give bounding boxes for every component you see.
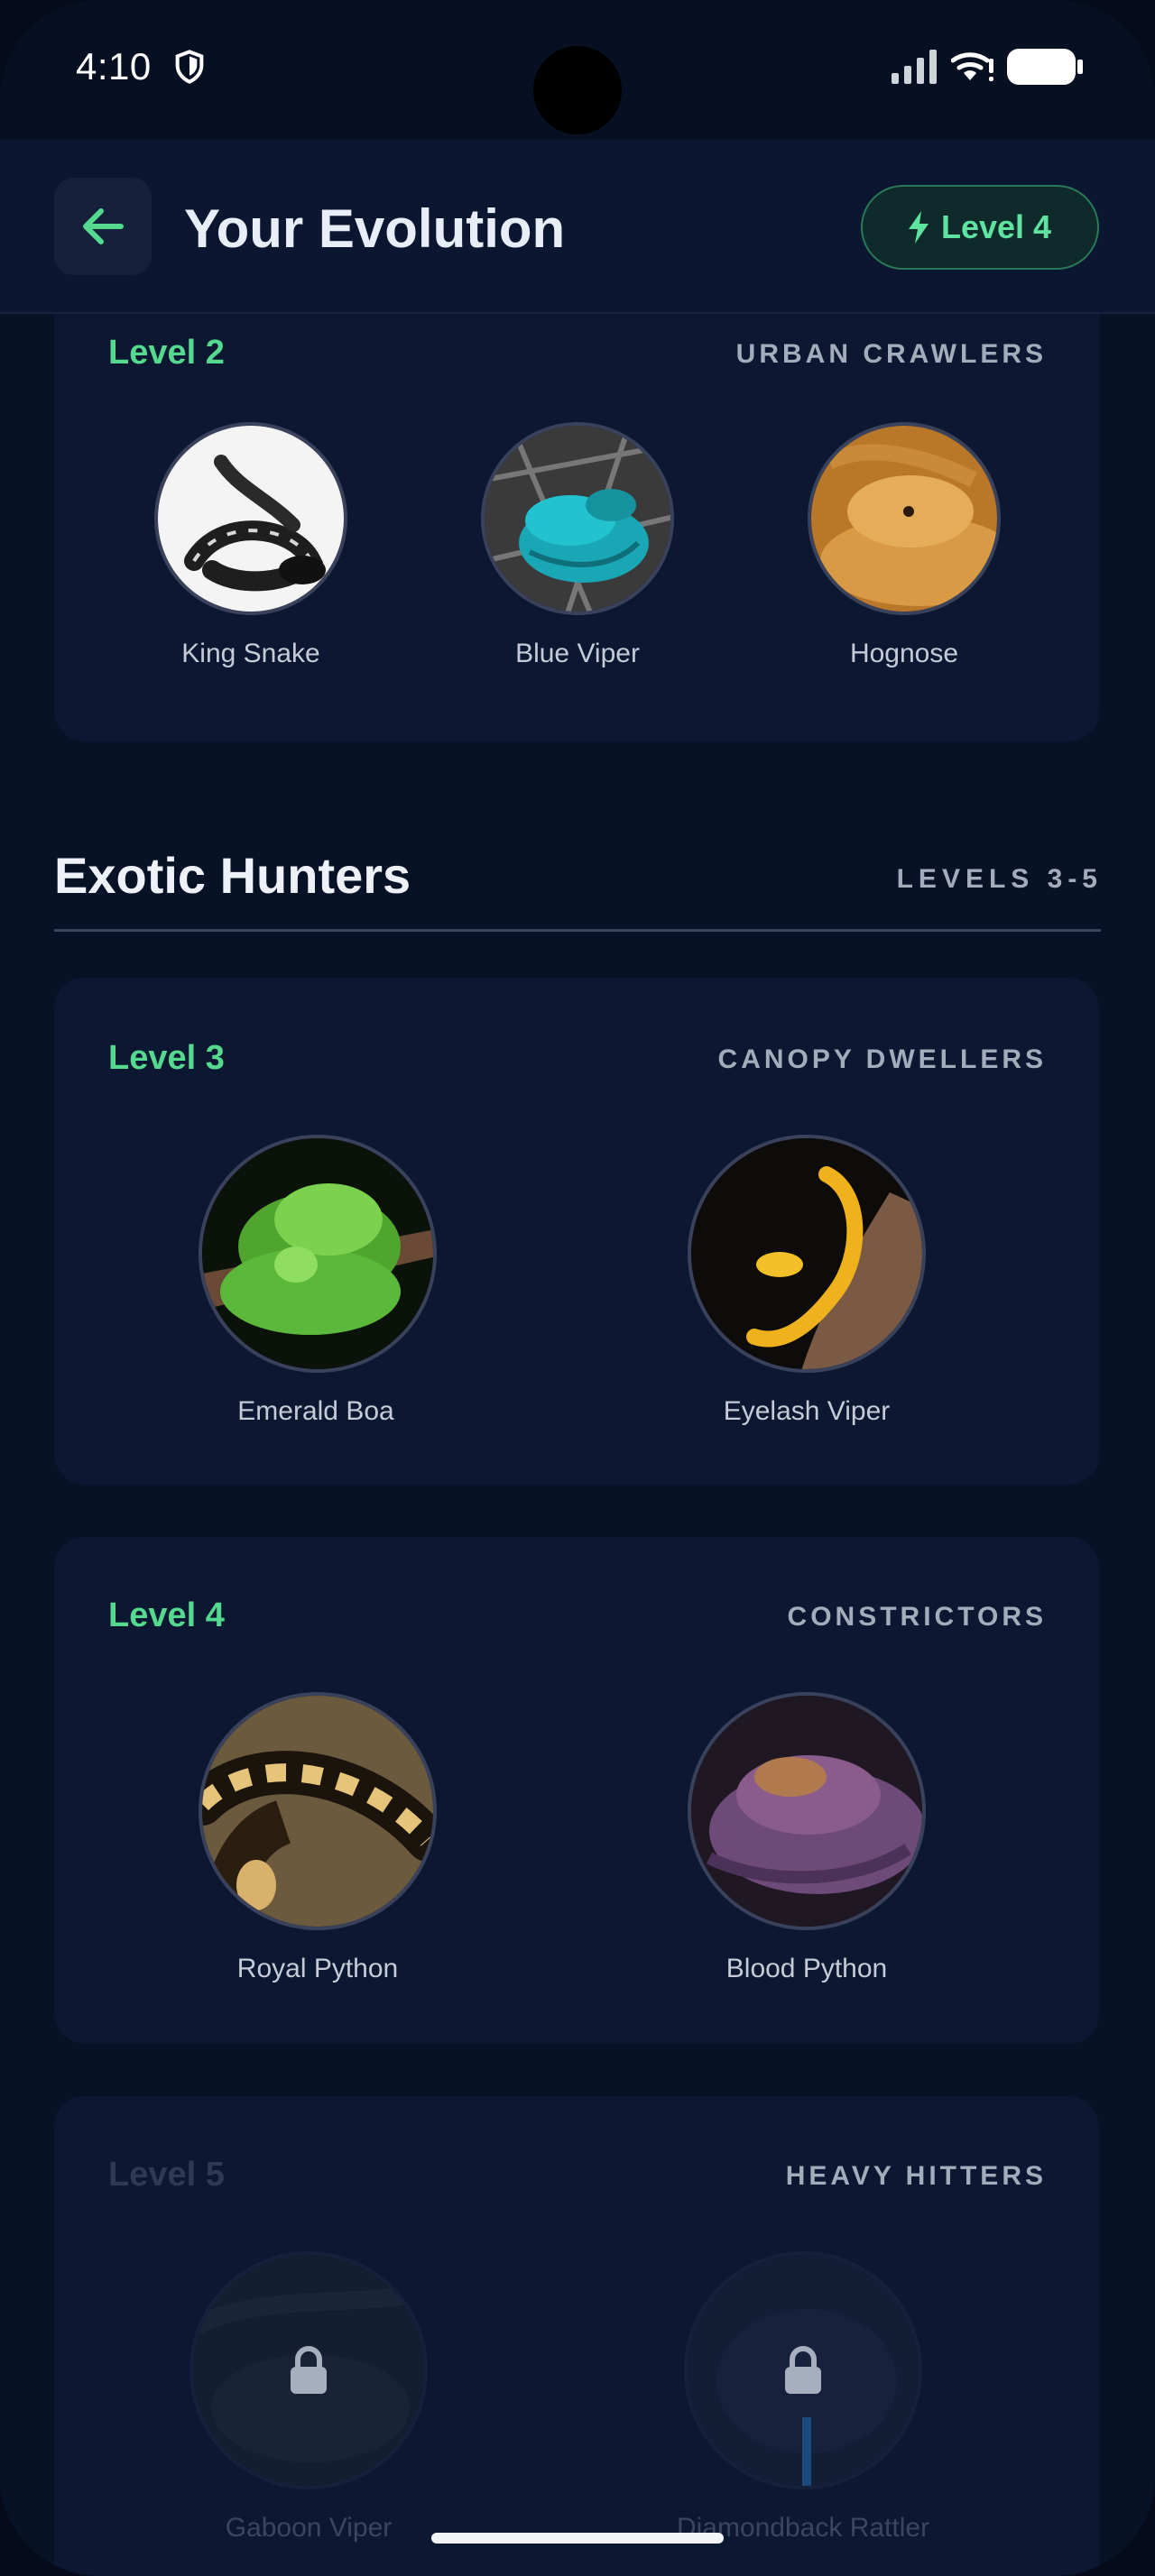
- status-bar: 4:10: [0, 0, 1155, 140]
- snake-item-blood-python[interactable]: Blood Python: [688, 1692, 926, 1984]
- section-title: Exotic Hunters: [54, 847, 411, 904]
- snake-name: Hognose: [849, 639, 959, 668]
- level-label: Level 5: [108, 2156, 225, 2194]
- section-divider: [54, 929, 1101, 932]
- status-time: 4:10: [76, 45, 152, 87]
- home-indicator[interactable]: [431, 2533, 724, 2544]
- snake-name: Gaboon Viper: [225, 2513, 393, 2543]
- shield-icon: [175, 50, 204, 84]
- snake-avatar: [199, 1135, 437, 1373]
- snake-item-gaboon-viper[interactable]: Gaboon Viper: [189, 2251, 428, 2544]
- snake-avatar: [808, 422, 1001, 615]
- level-card-2: Level 2 URBAN CRAWLERS King Snake Blue V…: [54, 314, 1099, 741]
- arrow-left-icon: [83, 208, 124, 244]
- section-range: LEVELS 3-5: [896, 864, 1103, 894]
- snake-name: Blue Viper: [515, 639, 640, 668]
- level-tag: CANOPY DWELLERS: [717, 1044, 1047, 1074]
- evolution-list[interactable]: Level 2 URBAN CRAWLERS King Snake Blue V…: [0, 314, 1155, 2576]
- snake-item-eyelash-viper[interactable]: Eyelash Viper: [688, 1135, 926, 1427]
- lightning-bolt-icon: [908, 211, 929, 244]
- snake-name: King Snake: [181, 639, 320, 668]
- battery-icon: [1007, 49, 1083, 85]
- level-label: Level 2: [108, 334, 225, 372]
- snake-avatar: [199, 1692, 437, 1930]
- camera-cutout: [533, 46, 622, 134]
- level-tag: CONSTRICTORS: [787, 1602, 1047, 1632]
- wifi-icon: [951, 52, 993, 81]
- page-title: Your Evolution: [184, 198, 566, 259]
- snake-item-blue-viper[interactable]: Blue Viper: [478, 422, 677, 669]
- signal-icon: [892, 50, 937, 84]
- lock-icon: [291, 2346, 327, 2394]
- level-tag: HEAVY HITTERS: [785, 2161, 1047, 2191]
- snake-avatar: [481, 422, 674, 615]
- snake-item-hognose[interactable]: Hognose: [805, 422, 1003, 669]
- level-card-5-locked: Level 5 HEAVY HITTERS Gaboon Viper Diamo…: [54, 2096, 1099, 2576]
- current-level-badge[interactable]: Level 4: [861, 185, 1099, 270]
- snake-item-emerald-boa[interactable]: Emerald Boa: [199, 1135, 437, 1427]
- phone-screen: 4:10 Your Evolution Level 4 Level 2 URBA…: [0, 0, 1155, 2576]
- snake-item-king-snake[interactable]: King Snake: [152, 422, 350, 669]
- snake-avatar: [688, 1692, 926, 1930]
- level-tag: URBAN CRAWLERS: [735, 339, 1047, 369]
- level-card-3: Level 3 CANOPY DWELLERS Emerald Boa Eyel…: [54, 978, 1099, 1485]
- snake-name: Blood Python: [725, 1954, 888, 1983]
- snake-name: Royal Python: [236, 1954, 399, 1983]
- level-card-4: Level 4 CONSTRICTORS Royal Python Blood …: [54, 1537, 1099, 2044]
- snake-name: Emerald Boa: [237, 1396, 394, 1426]
- level-label: Level 4: [108, 1596, 225, 1634]
- app-header: Your Evolution Level 4: [0, 140, 1155, 314]
- back-button[interactable]: [54, 178, 152, 275]
- snake-avatar: [688, 1135, 926, 1373]
- lock-icon: [785, 2346, 821, 2394]
- snake-avatar: [154, 422, 347, 615]
- level-label: Level 3: [108, 1039, 225, 1077]
- snake-name: Eyelash Viper: [723, 1396, 891, 1426]
- snake-item-royal-python[interactable]: Royal Python: [199, 1692, 437, 1984]
- snake-item-diamondback-rattler[interactable]: Diamondback Rattler: [650, 2251, 956, 2544]
- level-badge-label: Level 4: [940, 208, 1052, 245]
